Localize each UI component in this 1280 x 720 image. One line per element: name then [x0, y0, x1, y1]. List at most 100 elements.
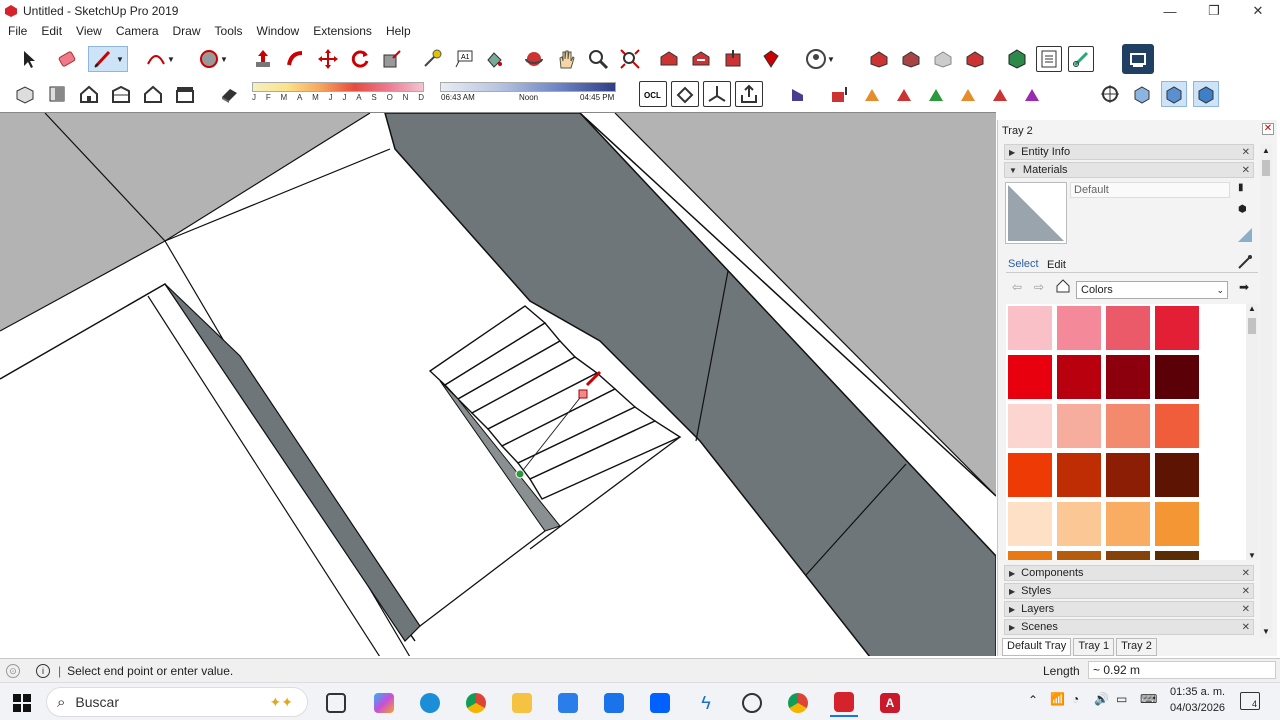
info-icon[interactable]: i [36, 663, 50, 678]
tray-close-icon[interactable]: ✕ [1262, 123, 1274, 135]
tray-scrollbar[interactable]: ▲ ▼ [1260, 144, 1272, 638]
zoom-extents-icon[interactable] [617, 46, 643, 72]
follow-me-icon[interactable] [283, 46, 309, 72]
edge-icon[interactable] [416, 689, 444, 717]
color-swatch[interactable] [1057, 355, 1101, 399]
time-slider[interactable] [440, 82, 616, 92]
panel-scenes[interactable]: ▶ Scenes ✕ [1004, 619, 1254, 635]
dropbox-icon[interactable] [646, 689, 674, 717]
color-swatch[interactable] [1057, 306, 1101, 350]
dimension-link-icon[interactable] [1068, 46, 1094, 72]
show-hidden-icons[interactable]: ⌃ [1028, 693, 1038, 707]
menu-edit[interactable]: Edit [41, 24, 62, 38]
color-swatch[interactable] [1155, 551, 1199, 560]
tab-tray-1[interactable]: Tray 1 [1073, 638, 1115, 656]
color-swatch[interactable] [1106, 355, 1150, 399]
display-section-icon[interactable] [671, 81, 699, 107]
sandbox-icon[interactable] [784, 81, 810, 107]
windows-start-icon[interactable] [8, 689, 36, 717]
panel-styles[interactable]: ▶ Styles ✕ [1004, 583, 1254, 599]
library-select[interactable]: Colors ⌄ [1076, 281, 1228, 299]
date-slider[interactable] [252, 82, 424, 92]
close-icon[interactable]: ✕ [1242, 604, 1250, 615]
color-swatch[interactable] [1008, 453, 1052, 497]
close-icon[interactable]: ✕ [1242, 568, 1250, 579]
battery-icon[interactable]: ▭ [1116, 692, 1127, 706]
color-swatch[interactable] [1155, 404, 1199, 448]
front-view-icon[interactable] [76, 81, 102, 107]
mail-icon[interactable] [600, 689, 628, 717]
export-icon[interactable] [735, 81, 763, 107]
pan-icon[interactable] [553, 46, 579, 72]
details-arrow-icon[interactable]: ➡ [1239, 280, 1249, 294]
axes-icon[interactable] [703, 81, 731, 107]
display-secondary-icon[interactable]: ▮ [1238, 182, 1252, 196]
menu-camera[interactable]: Camera [116, 24, 159, 38]
solid-union-icon[interactable] [866, 46, 892, 72]
home-icon[interactable] [1055, 278, 1071, 294]
solid-split-icon[interactable] [962, 46, 988, 72]
color-swatch[interactable] [1155, 502, 1199, 546]
menu-help[interactable]: Help [386, 24, 411, 38]
color-swatch[interactable] [1008, 404, 1052, 448]
color-swatch[interactable] [1057, 502, 1101, 546]
section-plane-icon[interactable]: OCL [639, 81, 667, 107]
copilot-icon[interactable] [370, 689, 398, 717]
rotate-tool-icon[interactable] [347, 46, 373, 72]
text-tool-icon[interactable]: A1 [451, 46, 477, 72]
fredo-tool-2-icon[interactable] [859, 81, 885, 107]
sketchup-taskbar-icon[interactable] [830, 689, 858, 717]
wifi-icon[interactable]: ◔ [1072, 692, 1079, 706]
color-swatch[interactable] [1008, 502, 1052, 546]
network-icon[interactable]: 📶 [1050, 692, 1065, 706]
panel-components[interactable]: ▶ Components ✕ [1004, 565, 1254, 581]
app-gear-icon[interactable] [738, 689, 766, 717]
shape-tool-icon[interactable]: ▼ [192, 46, 234, 72]
paint-bucket-icon[interactable] [481, 46, 507, 72]
move-tool-icon[interactable] [315, 46, 341, 72]
file-explorer-icon[interactable] [508, 689, 536, 717]
share-component-icon[interactable] [720, 46, 746, 72]
tab-select[interactable]: Select [1008, 258, 1039, 270]
menu-tools[interactable]: Tools [215, 24, 243, 38]
account-icon[interactable]: ▼ [798, 46, 842, 72]
chrome-icon[interactable] [462, 689, 490, 717]
zoom-icon[interactable] [585, 46, 611, 72]
xray-icon[interactable] [1161, 81, 1187, 107]
line-tool-icon[interactable]: ▼ [88, 46, 128, 72]
menu-window[interactable]: Window [257, 24, 300, 38]
minimize-button[interactable]: — [1148, 0, 1192, 22]
fredo-tool-1-icon[interactable] [827, 81, 853, 107]
panel-materials[interactable]: ▼ Materials ✕ [1004, 162, 1254, 178]
report-icon[interactable] [1036, 46, 1062, 72]
forward-icon[interactable]: ⇨ [1034, 280, 1044, 294]
task-view-icon[interactable] [322, 689, 350, 717]
iso-view-icon[interactable] [12, 81, 38, 107]
swatch-scrollbar[interactable]: ▲ ▼ [1246, 304, 1258, 560]
tab-tray-2[interactable]: Tray 2 [1116, 638, 1157, 656]
color-swatch[interactable] [1155, 355, 1199, 399]
material-name-field[interactable]: Default [1070, 182, 1230, 198]
color-swatch[interactable] [1106, 502, 1150, 546]
right-view-icon[interactable] [108, 81, 134, 107]
tape-measure-icon[interactable] [419, 46, 445, 72]
tab-edit[interactable]: Edit [1047, 259, 1066, 271]
create-material-icon[interactable]: ⬢ [1238, 204, 1252, 218]
color-swatch[interactable] [1008, 355, 1052, 399]
close-icon[interactable]: ✕ [1242, 147, 1250, 158]
back-icon[interactable]: ⇦ [1012, 280, 1022, 294]
close-icon[interactable]: ✕ [1242, 165, 1250, 176]
share-model-icon[interactable] [688, 46, 714, 72]
arc-tool-icon[interactable]: ▼ [140, 46, 180, 72]
color-swatch[interactable] [1155, 453, 1199, 497]
fredo-tool-7-icon[interactable] [1019, 81, 1045, 107]
shadow-toggle-icon[interactable] [216, 81, 242, 107]
color-swatch[interactable] [1106, 551, 1150, 560]
extension-warehouse-icon[interactable] [758, 46, 784, 72]
panel-entity-info[interactable]: ▶ Entity Info ✕ [1004, 144, 1254, 160]
walk-icon[interactable] [1129, 81, 1155, 107]
left-view-icon[interactable] [172, 81, 198, 107]
volume-icon[interactable]: 🔊 [1094, 692, 1109, 706]
menu-file[interactable]: File [8, 24, 27, 38]
menu-extensions[interactable]: Extensions [313, 24, 372, 38]
